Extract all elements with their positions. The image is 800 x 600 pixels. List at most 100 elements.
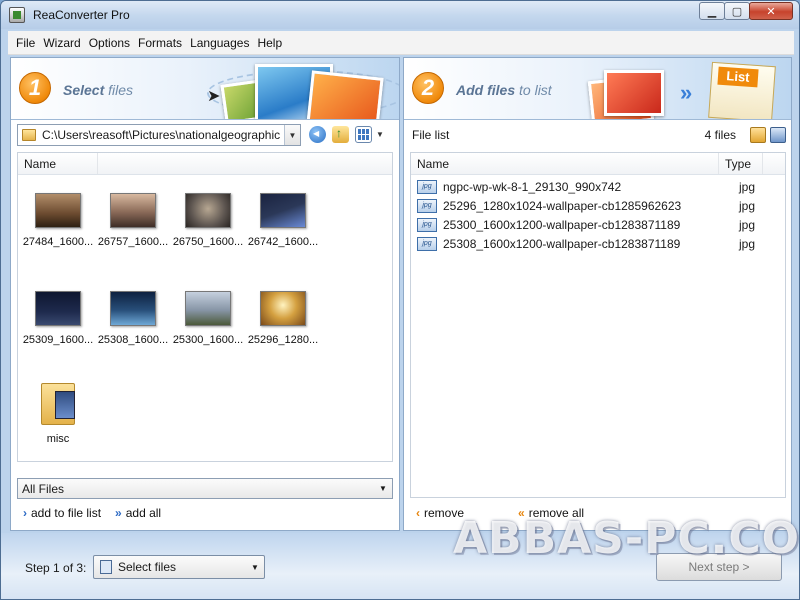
file-list-column-header: Name Type: [411, 153, 785, 175]
chevron-left-icon: ‹: [416, 506, 420, 520]
thumbnail-image: [35, 291, 81, 326]
back-icon[interactable]: [309, 126, 326, 143]
thumbnail-item[interactable]: 27484_1600...: [20, 193, 96, 248]
step-icon: [100, 560, 112, 574]
thumbnail-item[interactable]: 26757_1600...: [95, 193, 171, 248]
list-item[interactable]: jpg 25308_1600x1200-wallpaper-cb12838711…: [411, 234, 785, 253]
jpg-file-icon: jpg: [417, 236, 437, 251]
folder-item[interactable]: misc: [20, 379, 96, 445]
double-chevron-right-icon: »: [115, 506, 122, 520]
view-mode-icon[interactable]: [355, 126, 372, 143]
thumbnail-item[interactable]: 25300_1600...: [170, 291, 246, 346]
add-all-button[interactable]: » add all: [115, 506, 161, 520]
chevron-down-icon[interactable]: ▼: [284, 125, 300, 145]
thumbnail-item[interactable]: 25309_1600...: [20, 291, 96, 346]
thumbnail-item[interactable]: 26742_1600...: [245, 193, 321, 248]
close-button[interactable]: ✕: [749, 2, 793, 20]
banner-photo-red2: [604, 70, 664, 116]
file-type: jpg: [739, 217, 756, 232]
menu-file[interactable]: File: [12, 31, 39, 55]
thumbnail-label: 26757_1600...: [97, 236, 169, 248]
browser-toolbar: ▼: [309, 126, 384, 143]
file-rows: jpg ngpc-wp-wk-8-1_29130_990x742 jpg jpg…: [411, 175, 785, 253]
minimize-button[interactable]: ▁: [699, 2, 725, 20]
add-files-panel: 2 Add files to list » List File list 4 f…: [403, 57, 792, 531]
browser-column-header: Name: [18, 153, 392, 175]
step-select-value: Select files: [118, 560, 177, 574]
file-name: 25300_1600x1200-wallpaper-cb1283871189: [443, 217, 681, 232]
save-list-icon[interactable]: [770, 127, 786, 143]
step2-banner: 2 Add files to list » List: [404, 58, 791, 120]
column-type[interactable]: Type: [719, 153, 763, 174]
step2-title-rest: to list: [519, 82, 552, 98]
add-to-file-list-button[interactable]: › add to file list: [23, 506, 101, 520]
app-logo-icon: [9, 7, 25, 23]
title-bar[interactable]: ReaConverter Pro ▁ ▢ ✕: [1, 1, 799, 29]
thumbnail-image: [185, 193, 231, 228]
add-to-file-list-label: add to file list: [31, 506, 102, 520]
thumbnail-item[interactable]: 26750_1600...: [170, 193, 246, 248]
add-folder-icon[interactable]: [750, 127, 766, 143]
step1-banner: 1 Select files ➤: [11, 58, 399, 120]
add-all-label: add all: [125, 506, 162, 520]
menu-bar: File Wizard Options Formats Languages He…: [8, 31, 794, 55]
step1-number-icon: 1: [19, 72, 51, 104]
file-filter-select[interactable]: All Files ▼: [17, 478, 393, 499]
column-name[interactable]: Name: [18, 153, 98, 174]
column-name[interactable]: Name: [411, 153, 719, 174]
menu-languages[interactable]: Languages: [186, 31, 253, 55]
menu-wizard[interactable]: Wizard: [39, 31, 84, 55]
step2-number-icon: 2: [412, 72, 444, 104]
thumbnail-label: 25300_1600...: [172, 334, 244, 346]
list-item[interactable]: jpg 25300_1600x1200-wallpaper-cb12838711…: [411, 215, 785, 234]
jpg-file-icon: jpg: [417, 179, 437, 194]
file-name: ngpc-wp-wk-8-1_29130_990x742: [443, 179, 622, 194]
jpg-file-icon: jpg: [417, 217, 437, 232]
thumbnail-label: 26750_1600...: [172, 236, 244, 248]
watermark: ABBAS-PC.COM: [453, 513, 800, 564]
view-menu-chevron-icon[interactable]: ▼: [376, 130, 384, 139]
list-item[interactable]: jpg 25296_1280x1024-wallpaper-cb12859626…: [411, 196, 785, 215]
window-controls: ▁ ▢ ✕: [699, 2, 793, 20]
chevron-down-icon: ▼: [251, 562, 259, 572]
thumbnail-image: [185, 291, 231, 326]
thumbnail-image: [35, 193, 81, 228]
file-list-header: File list 4 files: [410, 124, 786, 146]
folder-up-icon[interactable]: [332, 126, 349, 143]
file-filter-value: All Files: [22, 481, 65, 496]
folder-icon: [22, 129, 36, 141]
app-window: ReaConverter Pro ▁ ▢ ✕ File Wizard Optio…: [0, 0, 800, 600]
file-type: jpg: [739, 198, 756, 213]
folder-icon: [41, 379, 75, 425]
file-type: jpg: [739, 236, 756, 251]
thumbnail-item[interactable]: 25308_1600...: [95, 291, 171, 346]
cursor-icon: ➤: [207, 88, 221, 105]
path-value: C:\Users\reasoft\Pictures\nationalgeogra…: [42, 128, 281, 142]
file-list-title: File list: [412, 128, 450, 142]
file-name: 25296_1280x1024-wallpaper-cb1285962623: [443, 198, 682, 213]
step-indicator-label: Step 1 of 3:: [25, 561, 87, 575]
jpg-file-icon: jpg: [417, 198, 437, 213]
thumbnail-label: 25296_1280...: [247, 334, 319, 346]
thumbnail-item[interactable]: 25296_1280...: [245, 291, 321, 346]
step-select[interactable]: Select files ▼: [93, 555, 265, 579]
menu-help[interactable]: Help: [253, 31, 286, 55]
thumbnail-image: [110, 291, 156, 326]
file-name: 25308_1600x1200-wallpaper-cb1283871189: [443, 236, 681, 251]
maximize-button[interactable]: ▢: [724, 2, 750, 20]
thumbnail-label: 25309_1600...: [22, 334, 94, 346]
thumbnail-label: 25308_1600...: [97, 334, 169, 346]
column-empty: [98, 153, 392, 174]
list-item[interactable]: jpg ngpc-wp-wk-8-1_29130_990x742 jpg: [411, 177, 785, 196]
chevron-down-icon: ▼: [379, 484, 387, 493]
step1-title-bold: Select: [63, 82, 105, 98]
file-list[interactable]: Name Type jpg ngpc-wp-wk-8-1_29130_990x7…: [410, 152, 786, 498]
file-browser[interactable]: Name 27484_1600... 26757_1600... 26750_1…: [17, 152, 393, 462]
select-files-panel: 1 Select files ➤ C:\Users\reasoft\Pictur…: [10, 57, 400, 531]
file-type: jpg: [739, 179, 756, 194]
step2-title-bold: Add files: [456, 82, 516, 98]
chevron-right-icon: ›: [23, 506, 27, 520]
path-dropdown[interactable]: C:\Users\reasoft\Pictures\nationalgeogra…: [17, 124, 301, 146]
menu-options[interactable]: Options: [85, 31, 134, 55]
menu-formats[interactable]: Formats: [134, 31, 186, 55]
